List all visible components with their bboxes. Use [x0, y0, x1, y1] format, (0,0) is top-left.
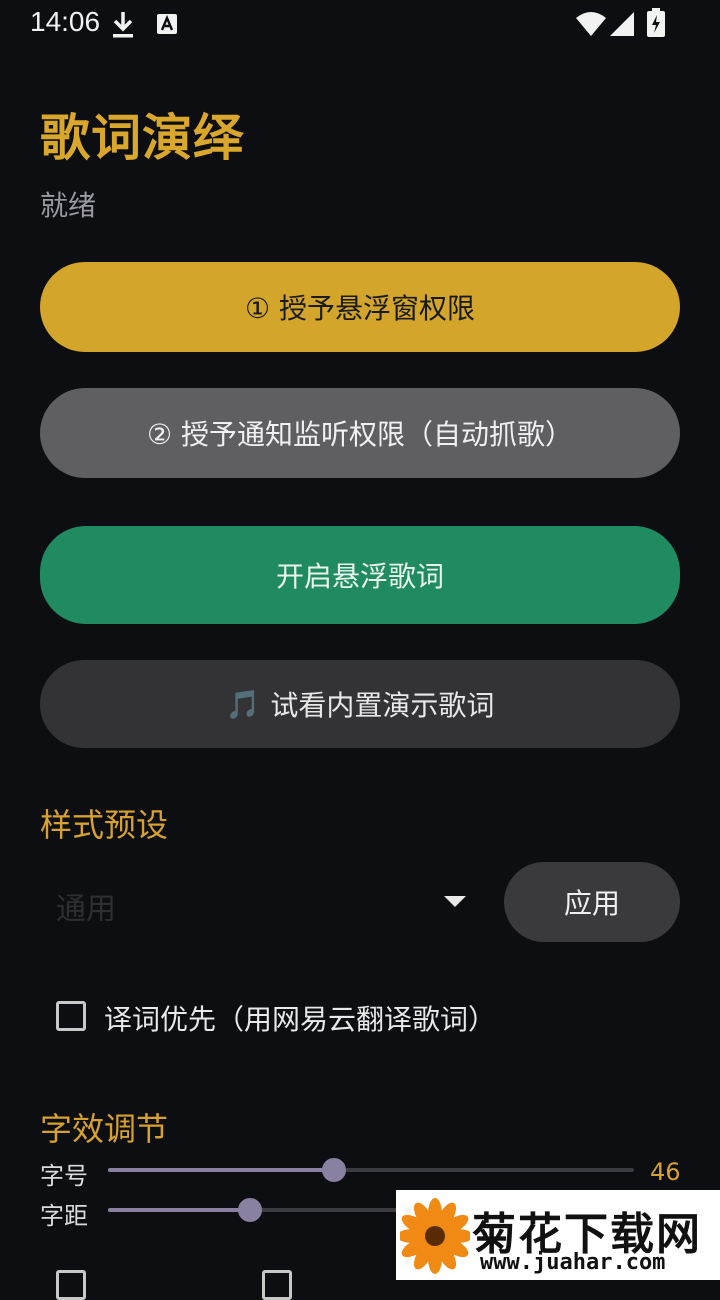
wifi-icon — [576, 12, 606, 40]
music-note-icon: 🎵 — [225, 687, 261, 721]
font-size-label: 字号 — [40, 1162, 88, 1190]
app-title: 歌词演绎 — [40, 109, 244, 167]
status-text: 就绪 — [40, 189, 97, 222]
demo-lyrics-label: 试看内置演示歌词 — [270, 689, 495, 722]
letter-spacing-slider-thumb[interactable] — [238, 1198, 262, 1222]
watermark-logo: 菊花下载网 www.juahar.com — [396, 1190, 720, 1280]
grant-overlay-permission-label: ① 授予悬浮窗权限 — [244, 292, 475, 325]
font-effects-title: 字效调节 — [40, 1110, 169, 1148]
bottom-checkbox-2[interactable] — [262, 1270, 292, 1300]
flower-icon — [400, 1198, 470, 1274]
grant-overlay-permission-button[interactable]: ① 授予悬浮窗权限 — [40, 262, 680, 352]
style-preset-selected: 通用 — [56, 892, 116, 927]
font-size-value: 46 — [650, 1158, 681, 1186]
signal-icon — [610, 12, 634, 40]
status-time: 14:06 — [30, 6, 101, 37]
bottom-checkbox-1[interactable] — [56, 1270, 86, 1300]
start-floating-lyrics-label: 开启悬浮歌词 — [275, 560, 444, 593]
keyboard-a-icon — [156, 13, 178, 39]
style-preset-title: 样式预设 — [40, 806, 169, 844]
start-floating-lyrics-button[interactable]: 开启悬浮歌词 — [40, 526, 680, 624]
letter-spacing-label: 字距 — [40, 1202, 88, 1230]
status-bar: 14:06 — [0, 0, 720, 48]
translation-first-label: 译词优先（用网易云翻译歌词） — [104, 1003, 497, 1036]
translation-first-checkbox[interactable] — [56, 1001, 86, 1031]
demo-lyrics-button[interactable]: 🎵 试看内置演示歌词 — [40, 660, 680, 748]
apply-preset-label: 应用 — [563, 887, 620, 920]
grant-notification-permission-button[interactable]: ② 授予通知监听权限（自动抓歌） — [40, 388, 680, 478]
watermark-url: www.juahar.com — [480, 1250, 666, 1275]
font-size-slider-thumb[interactable] — [322, 1158, 346, 1182]
letter-spacing-slider-fill — [108, 1208, 250, 1212]
font-size-slider-fill — [108, 1168, 334, 1172]
battery-charging-icon — [646, 8, 666, 42]
apply-preset-button[interactable]: 应用 — [504, 862, 680, 942]
style-preset-dropdown[interactable]: 通用 — [40, 870, 480, 936]
chevron-down-icon — [444, 896, 466, 907]
grant-notification-permission-label: ② 授予通知监听权限（自动抓歌） — [146, 418, 573, 451]
download-icon — [110, 10, 136, 44]
